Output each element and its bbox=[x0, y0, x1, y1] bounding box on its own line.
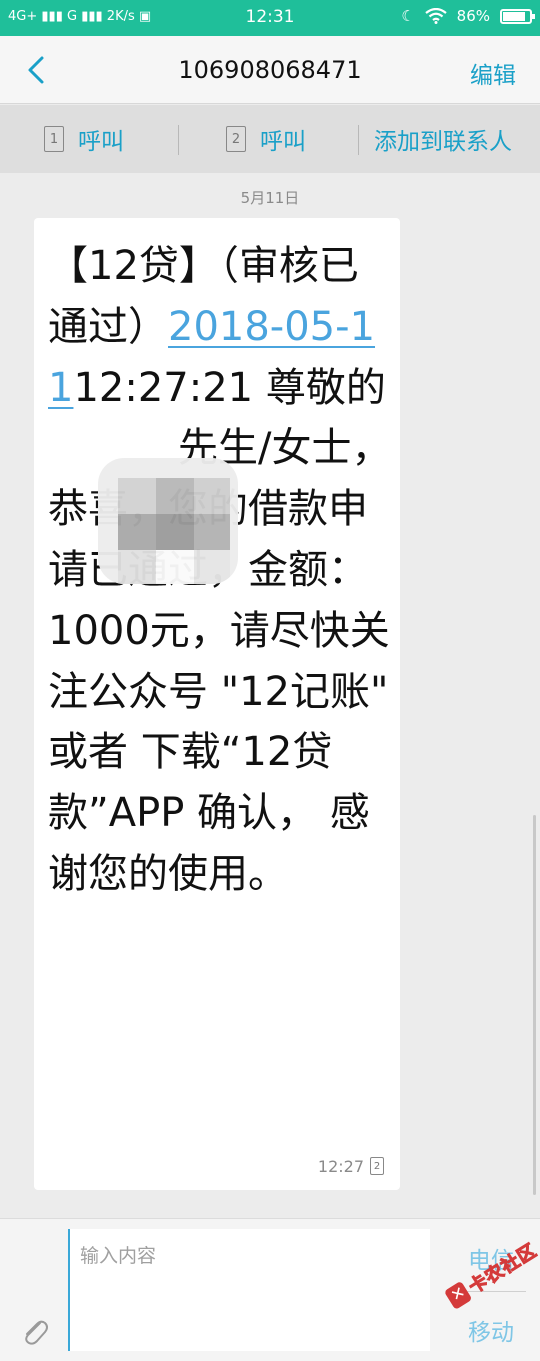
action-bar: 1 呼叫 2 呼叫 添加到联系人 bbox=[0, 105, 540, 173]
message-input[interactable] bbox=[68, 1229, 430, 1351]
call-sim2-button[interactable]: 2 呼叫 bbox=[226, 105, 306, 173]
battery-percent: 86% bbox=[456, 7, 490, 25]
sim2-small-icon: 2 bbox=[370, 1157, 384, 1175]
battery-fill bbox=[503, 11, 526, 21]
title-bar: 106908068471 编辑 bbox=[0, 36, 540, 104]
add-contact-button[interactable]: 添加到联系人 bbox=[374, 105, 512, 173]
redaction-mosaic bbox=[98, 458, 238, 584]
battery-icon bbox=[500, 8, 535, 24]
conversation-date: 5月11日 bbox=[240, 189, 300, 207]
status-bar: 4G+ ▮▮▮ G ▮▮▮ 2K/s ▣ 12:31 ☾ 86% bbox=[0, 0, 540, 36]
conversation-title: 106908068471 bbox=[178, 56, 362, 84]
divider bbox=[358, 125, 359, 155]
call-sim1-button[interactable]: 1 呼叫 bbox=[44, 105, 124, 173]
message-time: 12:27 bbox=[317, 1157, 364, 1176]
scrollbar[interactable] bbox=[533, 815, 536, 1195]
sim2-icon: 2 bbox=[226, 126, 246, 152]
message-part2: 12:27:21 尊敬的 bbox=[73, 364, 386, 411]
call-sim2-label: 呼叫 bbox=[260, 129, 306, 155]
moon-icon: ☾ bbox=[401, 7, 415, 25]
call-sim1-label: 呼叫 bbox=[78, 129, 124, 155]
status-right: ☾ 86% bbox=[401, 7, 535, 25]
message-bubble[interactable]: 【12贷】（审核已通过）2018-05-1112:27:21 尊敬的先生/女士，… bbox=[34, 218, 400, 1190]
divider bbox=[178, 125, 179, 155]
wifi-icon bbox=[424, 8, 447, 24]
sim1-icon: 1 bbox=[44, 126, 64, 152]
add-contact-label: 添加到联系人 bbox=[374, 129, 512, 155]
edit-button[interactable]: 编辑 bbox=[470, 56, 516, 90]
paperclip-icon[interactable] bbox=[16, 1313, 52, 1349]
